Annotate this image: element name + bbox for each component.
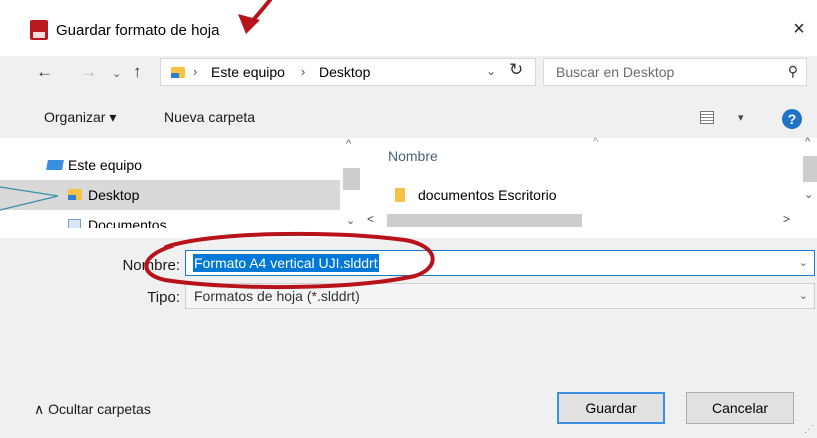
scroll-left-icon[interactable]: < [367, 212, 374, 226]
file-name-label: Nombre: [122, 257, 180, 274]
new-folder-button[interactable]: Nueva carpeta [164, 109, 255, 125]
title-bar: Guardar formato de hoja × [0, 0, 817, 56]
nav-item-label: Este equipo [68, 157, 142, 173]
save-sheet-format-dialog: Guardar formato de hoja × ← → ⌄ ↑ › Este… [0, 0, 817, 438]
search-input[interactable]: Buscar en Desktop ⚲ [543, 58, 807, 86]
refresh-icon[interactable]: ↻ [509, 60, 523, 80]
search-icon: ⚲ [787, 63, 798, 79]
file-name: documentos Escritorio [418, 187, 557, 203]
resize-grip-icon[interactable]: ⋰ [804, 424, 814, 435]
file-list-horizontal-scrollbar[interactable]: < > [363, 212, 803, 229]
forward-arrow-icon[interactable]: → [80, 62, 97, 82]
desktop-folder-icon [68, 189, 82, 200]
scrollbar-thumb[interactable] [803, 156, 817, 182]
breadcrumb-separator-icon: › [193, 64, 198, 79]
back-arrow-icon[interactable]: ← [36, 62, 53, 82]
chevron-down-icon[interactable]: ⌄ [799, 289, 808, 302]
navigation-pane: Este equipo Desktop Documentos [0, 138, 363, 238]
breadcrumb-desktop[interactable]: Desktop [319, 64, 370, 80]
hide-folders-button[interactable]: ∧ Ocultar carpetas [34, 401, 151, 418]
file-name-value: Formato A4 vertical UJI.slddrt [193, 254, 379, 272]
documents-icon [68, 219, 81, 228]
nav-item-desktop[interactable]: Desktop [0, 180, 340, 210]
sort-ascending-icon: ^ [593, 136, 599, 148]
nav-item-documentos[interactable]: Documentos [0, 214, 340, 228]
breadcrumb-separator-icon: › [301, 64, 306, 79]
nav-item-este-equipo[interactable]: Este equipo [0, 150, 340, 180]
view-options-chevron-icon[interactable]: ▾ [738, 111, 744, 124]
cancel-button[interactable]: Cancelar [686, 392, 794, 424]
file-type-label: Tipo: [147, 289, 180, 306]
scroll-up-icon[interactable]: ^ [346, 138, 351, 150]
recent-locations-chevron-icon[interactable]: ⌄ [112, 67, 121, 80]
file-list-pane: Nombre ^ documentos Escritorio ^ ⌄ < > [363, 136, 817, 238]
organize-button[interactable]: Organizar ▾ [44, 109, 116, 126]
nav-item-label: Documentos [88, 217, 167, 228]
file-name-field[interactable]: Formato A4 vertical UJI.slddrt ⌄ [185, 250, 815, 276]
chevron-down-icon[interactable]: ⌄ [799, 256, 808, 269]
view-options-icon[interactable] [700, 111, 714, 124]
file-list-vertical-scrollbar[interactable]: ^ ⌄ [803, 136, 817, 229]
column-header-nombre[interactable]: Nombre [388, 148, 438, 164]
scroll-down-icon[interactable]: ⌄ [804, 188, 813, 201]
scrollbar-thumb[interactable] [387, 214, 582, 227]
address-bar[interactable]: › Este equipo › Desktop [160, 58, 536, 86]
save-button[interactable]: Guardar [557, 392, 665, 424]
folder-icon [395, 188, 405, 202]
solidworks-app-icon [30, 20, 48, 40]
nav-pane-scrollbar[interactable]: ^ ⌄ [341, 138, 362, 229]
scroll-up-icon[interactable]: ^ [805, 136, 810, 148]
address-dropdown-chevron-icon[interactable]: ⌄ [486, 64, 496, 78]
command-toolbar: Organizar ▾ Nueva carpeta ▾ ? [0, 100, 817, 138]
scroll-right-icon[interactable]: > [783, 212, 790, 226]
scrollbar-thumb[interactable] [343, 168, 360, 190]
scroll-down-icon[interactable]: ⌄ [346, 214, 355, 227]
nav-item-label: Desktop [88, 187, 140, 203]
close-button[interactable]: × [788, 18, 810, 40]
search-placeholder: Buscar en Desktop [556, 64, 675, 80]
file-type-select[interactable]: Formatos de hoja (*.slddrt) ⌄ [185, 283, 815, 309]
file-type-value: Formatos de hoja (*.slddrt) [194, 288, 360, 304]
desktop-folder-icon [171, 67, 185, 78]
up-arrow-icon[interactable]: ↑ [133, 62, 142, 82]
help-icon[interactable]: ? [782, 109, 802, 129]
computer-icon [46, 160, 64, 170]
breadcrumb-este-equipo[interactable]: Este equipo [211, 64, 285, 80]
window-title: Guardar formato de hoja [56, 22, 220, 39]
